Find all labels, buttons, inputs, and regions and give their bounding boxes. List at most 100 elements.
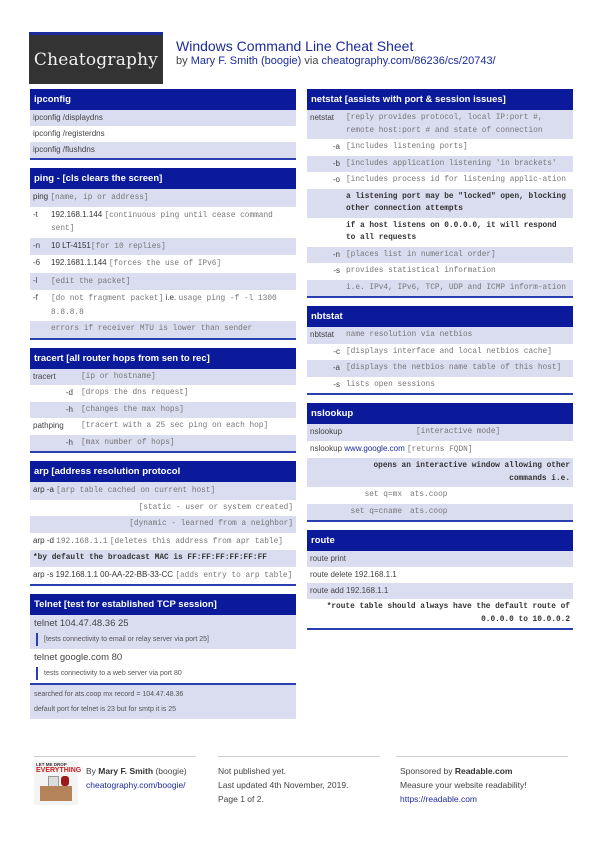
table-row: route add 192.168.1.1 xyxy=(307,583,573,599)
cmd: nslookup xyxy=(310,443,343,453)
flag: -s xyxy=(333,266,340,275)
flag: -a xyxy=(332,363,340,372)
by-label: by xyxy=(176,55,191,67)
table-row: -h [max number of hops] xyxy=(30,434,296,451)
desc: [max number of hops] xyxy=(81,438,175,447)
table-row: opens an interactive window allowing oth… xyxy=(307,458,573,487)
table-row: ipconfig /registerdns xyxy=(30,126,296,142)
row-text: ipconfig /registerdns xyxy=(33,129,105,138)
desc: [changes the max hops] xyxy=(81,405,184,414)
flag: -c xyxy=(333,346,340,356)
flag: -f xyxy=(33,293,38,302)
row-text: ipconfig /flushdns xyxy=(33,145,95,154)
footer-status: Not published yet. Last updated 4th Nove… xyxy=(218,764,348,806)
sponsor-name: Readable.com xyxy=(454,766,513,776)
note: opens an interactive window allowing oth… xyxy=(373,462,570,483)
note: [tests connectivity to email or relay se… xyxy=(36,633,292,646)
table-row: route delete 192.168.1.1 xyxy=(307,567,573,583)
arg: 10 LT-4151 xyxy=(51,240,91,250)
flag: -h xyxy=(65,437,73,447)
desc: [interactive mode] xyxy=(416,428,501,436)
via-label: via xyxy=(301,55,322,67)
table-row: arp -s 192.168.1.1 00-AA-22-BB-33-CC [ad… xyxy=(30,566,296,584)
desc: [for 10 replies] xyxy=(90,242,166,251)
arg: 192.168.1.144 xyxy=(51,209,103,219)
section-title: ipconfig xyxy=(30,89,296,110)
cmd: tracert xyxy=(33,371,56,381)
cmd: pathping xyxy=(33,421,64,430)
table-row: ipconfig /flushdns xyxy=(30,142,296,158)
desc: [includes application listening 'in brac… xyxy=(346,159,557,168)
table-row: nslookup [interactive mode] xyxy=(307,424,573,441)
by-label: By xyxy=(86,766,99,776)
cheatography-logo[interactable]: Cheatography xyxy=(29,32,163,84)
desc: [arp table cached on current host] xyxy=(56,487,216,495)
flag: -n xyxy=(33,240,41,250)
flag: -b xyxy=(332,158,340,168)
table-row: -h [changes the max hops] xyxy=(30,401,296,418)
desc: [reply provides protocol, local IP:port … xyxy=(346,114,543,135)
table-row: *route table should always have the defa… xyxy=(307,599,573,628)
section-tracert: tracert [all router hops from sen to rec… xyxy=(30,347,296,453)
flag: -d xyxy=(65,388,73,397)
desc: errors if receiver MTU is lower than sen… xyxy=(51,325,253,333)
table-row: -a [displays the netbios name table of th… xyxy=(307,360,573,377)
cmd: set q=mx xyxy=(364,491,402,499)
table-row: tracert [ip or hostname] xyxy=(30,368,296,385)
desc: [includes listening ports] xyxy=(346,143,468,151)
footer-author: By Mary F. Smith (boogie) cheatography.c… xyxy=(86,764,187,792)
note: tests connectivity to a web server via p… xyxy=(36,667,292,680)
flag: -n xyxy=(332,249,340,259)
google-link[interactable]: www.google.com xyxy=(344,444,404,453)
note: *by default the broadcast MAC is FF:FF:F… xyxy=(33,554,267,562)
desc: [edit the packet] xyxy=(51,277,131,286)
section-route: route route print route delete 192.168.1… xyxy=(307,530,573,630)
section-title: nbtstat xyxy=(307,306,573,327)
ie: i.e. xyxy=(165,293,177,302)
desc: [adds entry to arp table] xyxy=(175,571,293,580)
table-row: set q=cname ats.coop xyxy=(307,503,573,520)
sponsor-link[interactable]: https://readable.com xyxy=(400,792,527,806)
cmd: telnet google.com 80 xyxy=(34,652,123,663)
telnet-item: telnet google.com 80 tests connectivity … xyxy=(30,649,296,683)
last-updated: Last updated 4th November, 2019. xyxy=(218,780,349,790)
table-row: -n 10 LT-4151[for 10 replies] xyxy=(30,237,296,255)
avatar-text: EVERYTHING xyxy=(36,767,82,774)
desc: name resolution via netbios xyxy=(346,331,473,339)
table-row: ping [name, ip or address] xyxy=(30,189,296,207)
table-row: [static - user or system created] xyxy=(30,499,296,516)
section-ping: ping - [cls clears the screen] ping [nam… xyxy=(30,168,296,340)
sheet-url-link[interactable]: cheatography.com/86236/cs/20743/ xyxy=(322,55,496,67)
desc: [displays the netbios name table of this… xyxy=(346,364,562,372)
section-title: tracert [all router hops from sen to rec… xyxy=(30,347,296,369)
author-profile-link[interactable]: cheatography.com/boogie/ xyxy=(86,778,187,792)
author-avatar[interactable]: LET ME DROP EVERYTHING xyxy=(34,761,82,805)
desc: [includes process id for listening appli… xyxy=(346,176,566,184)
row-text: route add 192.168.1.1 xyxy=(310,586,389,595)
flag xyxy=(310,220,346,245)
flag: -h xyxy=(65,404,73,414)
author-link[interactable]: Mary F. Smith (boogie) xyxy=(191,55,302,67)
row-text: route delete 192.168.1.1 xyxy=(310,570,397,579)
flag: -l xyxy=(33,275,38,285)
footer-note: default port for telnet is 23 but for sm… xyxy=(34,706,177,713)
page-title[interactable]: Windows Command Line Cheat Sheet xyxy=(176,38,413,54)
desc: [displays interface and local netbios ca… xyxy=(346,347,552,356)
desc: [ip or hostname] xyxy=(81,372,156,381)
section-title: ping - [cls clears the screen] xyxy=(30,168,296,189)
flag xyxy=(33,323,51,336)
table-row: route print xyxy=(307,551,573,567)
telnet-item: telnet 104.47.48.36 25 [tests connectivi… xyxy=(30,615,296,649)
sponsor-label: Sponsored by xyxy=(400,766,455,776)
chair-icon xyxy=(61,776,69,786)
desc: i.e. IPv4, IPv6, TCP, UDP and ICMP infor… xyxy=(346,283,566,292)
row-text: ipconfig /displaydns xyxy=(33,113,103,122)
section-title: route xyxy=(307,530,573,551)
desc: ats.coop xyxy=(410,491,448,499)
footer-divider xyxy=(34,756,196,757)
desc: [static - user or system created] xyxy=(138,503,293,512)
cmd: nslookup xyxy=(310,427,343,436)
table-row: -s provides statistical information xyxy=(307,263,573,280)
cmd: netstat xyxy=(310,113,335,122)
flag: -t xyxy=(33,209,38,219)
